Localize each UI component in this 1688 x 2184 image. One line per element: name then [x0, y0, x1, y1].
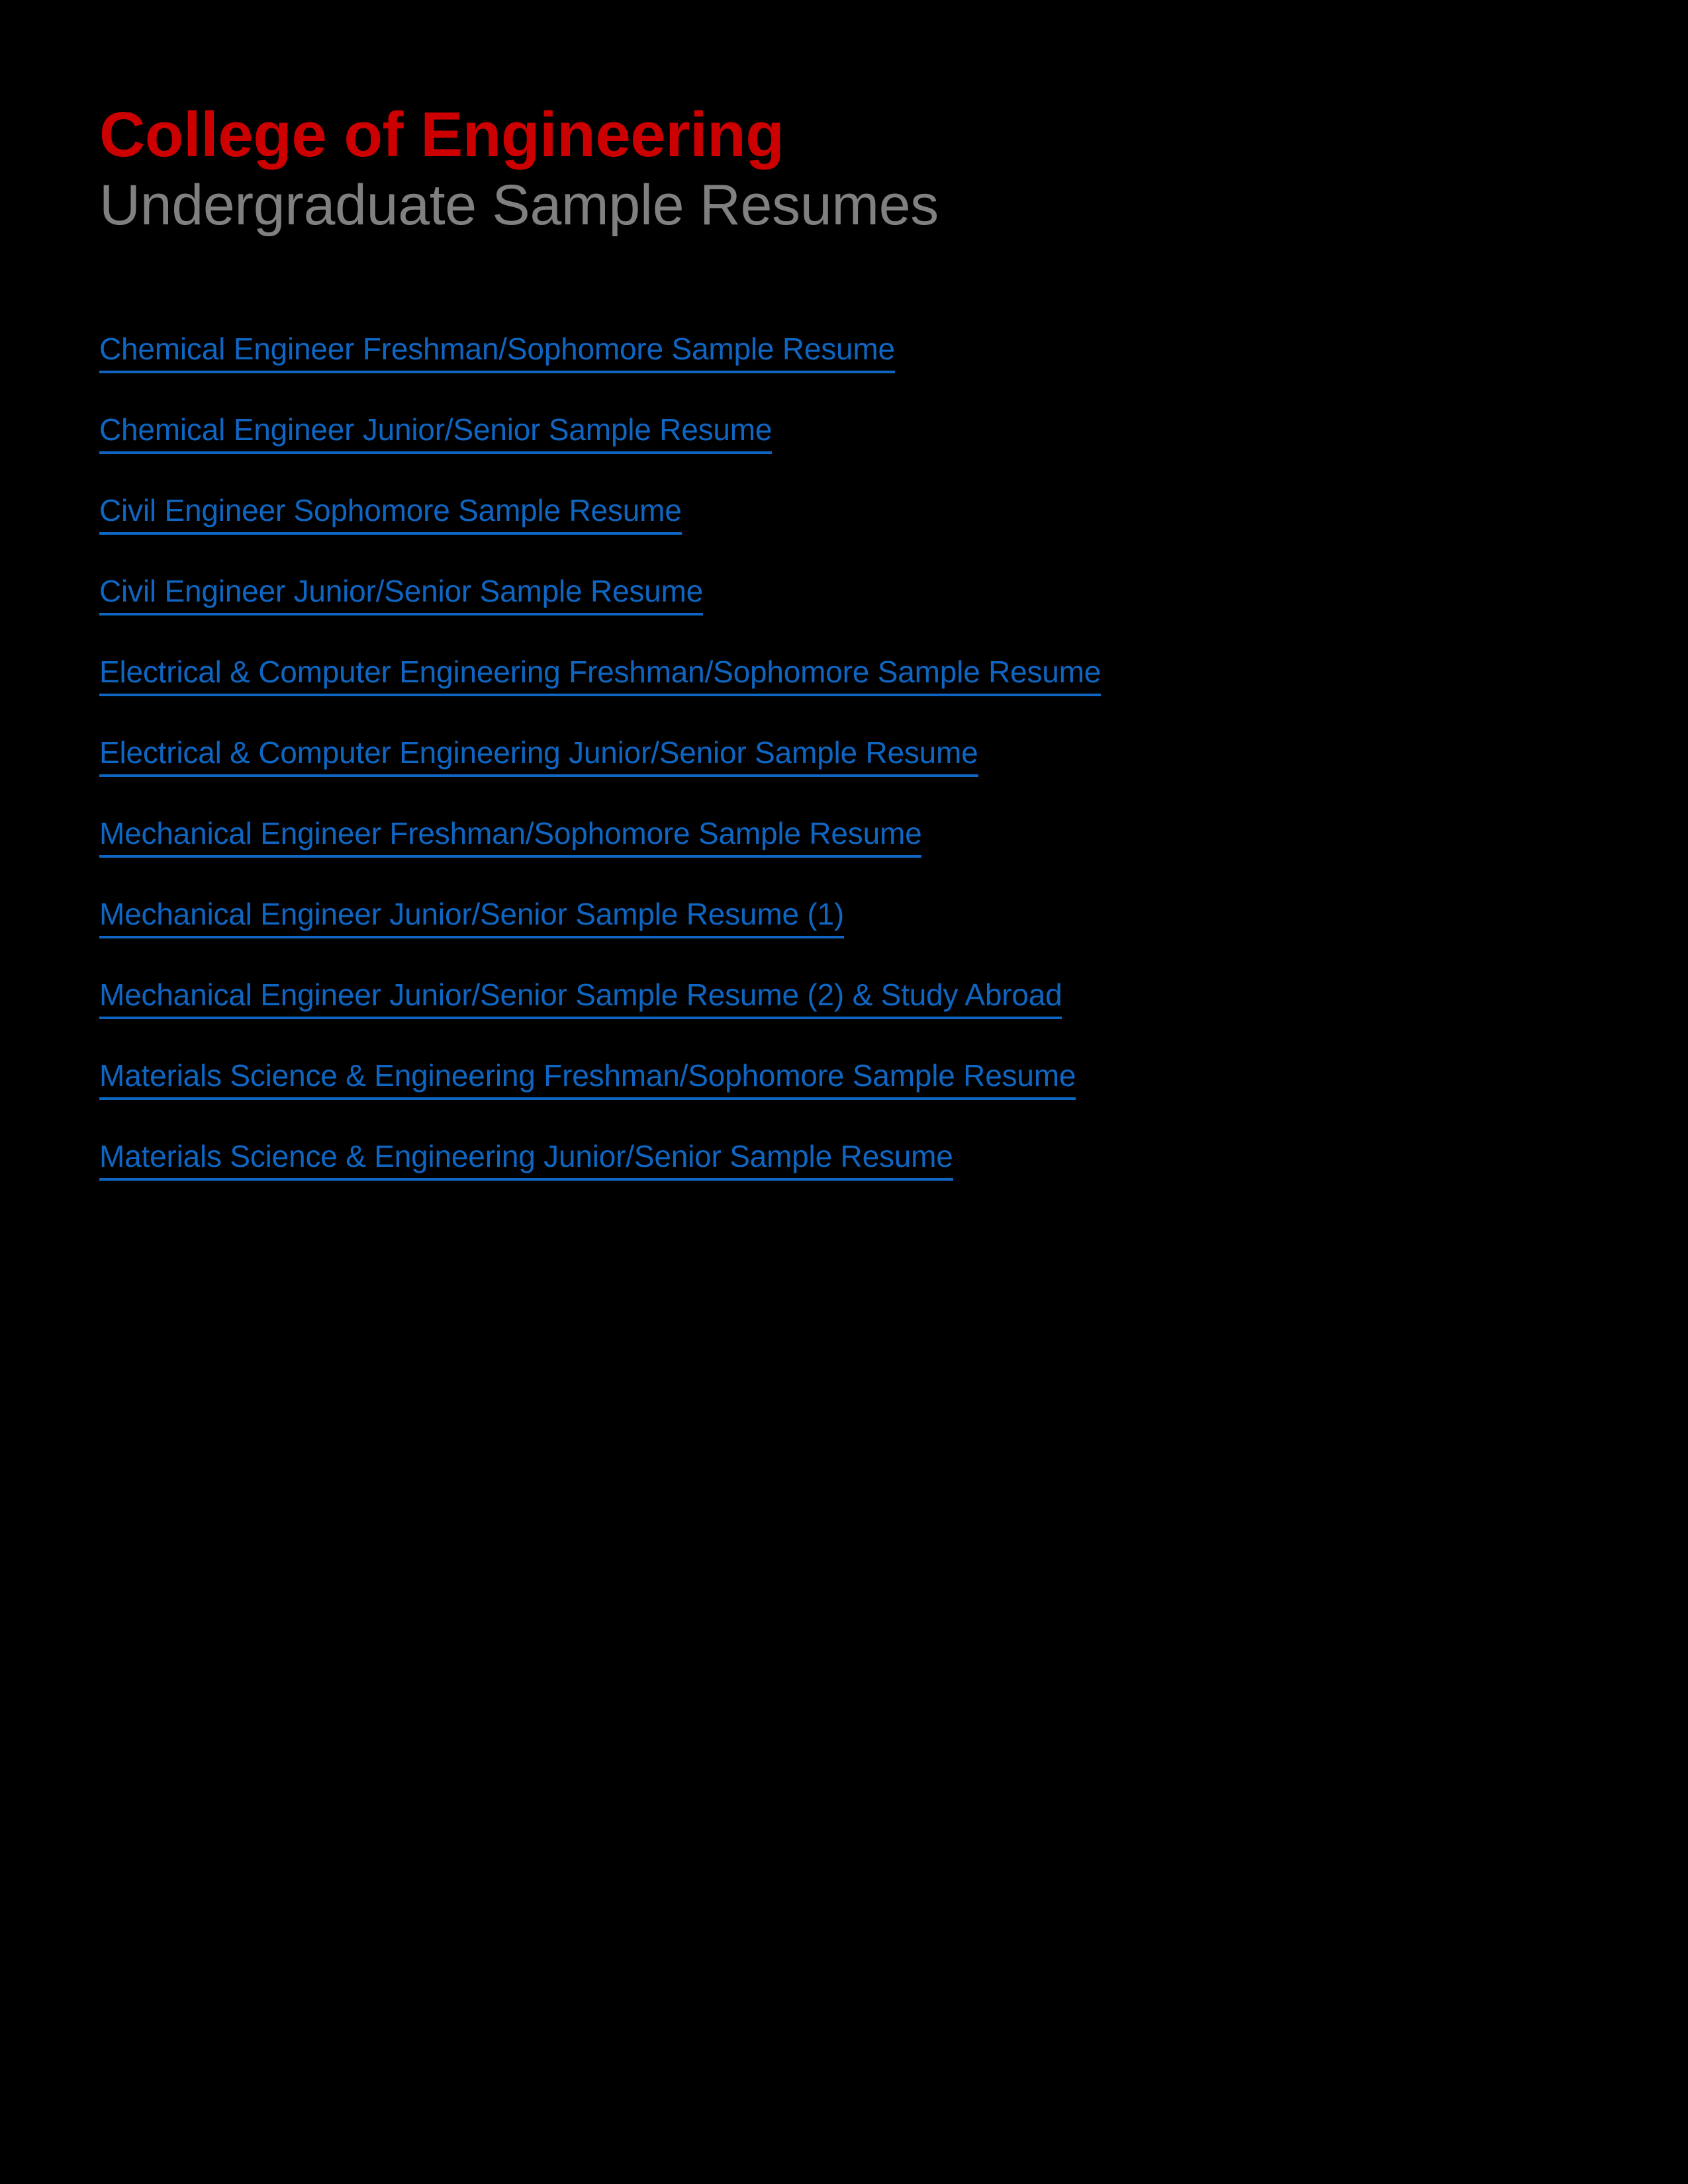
resume-link[interactable]: Electrical & Computer Engineering Junior…: [99, 733, 978, 777]
resume-link[interactable]: Mechanical Engineer Junior/Senior Sample…: [99, 895, 844, 938]
list-item: Civil Engineer Sophomore Sample Resume: [99, 491, 1589, 572]
list-item: Mechanical Engineer Junior/Senior Sample…: [99, 976, 1589, 1056]
resume-link[interactable]: Electrical & Computer Engineering Freshm…: [99, 653, 1101, 696]
list-item: Electrical & Computer Engineering Junior…: [99, 733, 1589, 814]
list-item: Materials Science & Engineering Junior/S…: [99, 1137, 1589, 1218]
list-item: Electrical & Computer Engineering Freshm…: [99, 653, 1589, 733]
list-item: Chemical Engineer Freshman/Sophomore Sam…: [99, 330, 1589, 410]
document-page: College of Engineering Undergraduate Sam…: [0, 0, 1688, 2184]
page-header: College of Engineering Undergraduate Sam…: [99, 99, 1556, 240]
resume-link-list: Chemical Engineer Freshman/Sophomore Sam…: [99, 330, 1589, 1218]
resume-link[interactable]: Materials Science & Engineering Junior/S…: [99, 1137, 953, 1181]
resume-link[interactable]: Mechanical Engineer Freshman/Sophomore S…: [99, 814, 922, 858]
list-item: Mechanical Engineer Freshman/Sophomore S…: [99, 814, 1589, 895]
resume-link[interactable]: Chemical Engineer Junior/Senior Sample R…: [99, 410, 772, 454]
list-item: Materials Science & Engineering Freshman…: [99, 1056, 1589, 1137]
list-item: Mechanical Engineer Junior/Senior Sample…: [99, 895, 1589, 976]
resume-link[interactable]: Materials Science & Engineering Freshman…: [99, 1056, 1076, 1100]
page-subtitle: Undergraduate Sample Resumes: [99, 173, 939, 237]
list-item: Chemical Engineer Junior/Senior Sample R…: [99, 410, 1589, 491]
list-item: Civil Engineer Junior/Senior Sample Resu…: [99, 572, 1589, 653]
resume-link[interactable]: Civil Engineer Sophomore Sample Resume: [99, 491, 682, 535]
resume-link[interactable]: Mechanical Engineer Junior/Senior Sample…: [99, 976, 1062, 1019]
page-title: College of Engineering: [99, 99, 784, 170]
resume-link[interactable]: Civil Engineer Junior/Senior Sample Resu…: [99, 572, 703, 615]
resume-link[interactable]: Chemical Engineer Freshman/Sophomore Sam…: [99, 330, 895, 373]
